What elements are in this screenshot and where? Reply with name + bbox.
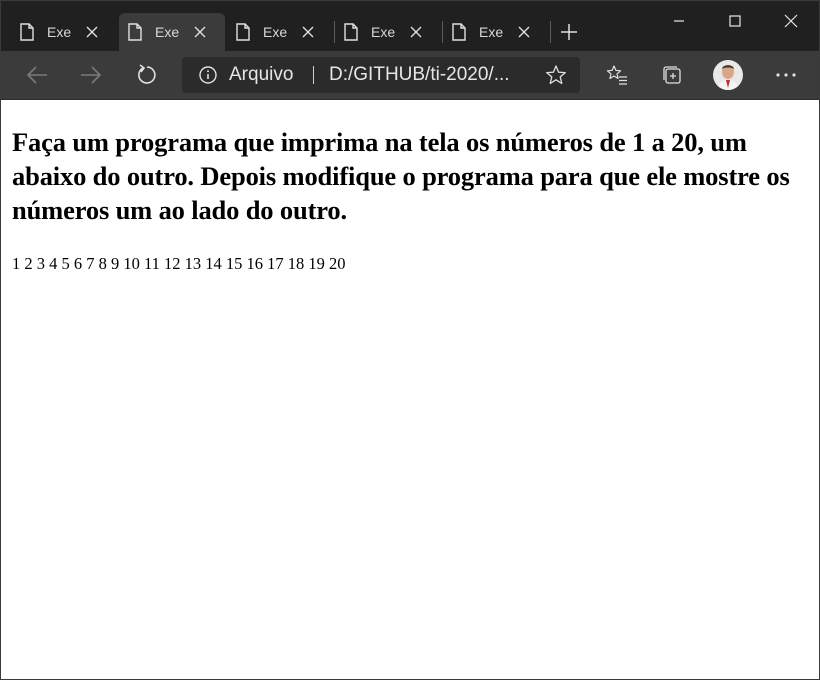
plus-icon	[561, 24, 577, 40]
tab-label: Exer	[371, 24, 395, 40]
page-icon	[236, 23, 250, 41]
profile-avatar[interactable]	[713, 60, 743, 90]
tab-1[interactable]: Exer	[11, 13, 117, 51]
collections-button[interactable]	[654, 51, 690, 99]
minimize-icon	[674, 20, 684, 22]
tab-5[interactable]: Exer	[443, 13, 549, 51]
page-heading: Faça um programa que imprima na tela os …	[12, 127, 790, 225]
close-icon	[784, 14, 798, 28]
page-icon	[344, 23, 358, 41]
close-icon[interactable]	[409, 25, 423, 39]
close-window-button[interactable]	[763, 1, 819, 41]
numbers-line: 1 2 3 4 5 6 7 8 9 10 11 12 13 14 15 16 1…	[12, 254, 346, 273]
tab-3[interactable]: Exer	[227, 13, 333, 51]
refresh-button[interactable]	[129, 51, 165, 99]
info-icon[interactable]	[199, 66, 217, 84]
page-icon	[452, 23, 466, 41]
page-content: Faça um programa que imprima na tela os …	[1, 100, 819, 679]
forward-arrow-icon	[81, 66, 102, 84]
tab-2[interactable]: Exer	[119, 13, 225, 51]
back-arrow-icon	[26, 66, 47, 84]
collections-icon	[663, 66, 681, 84]
back-button[interactable]	[19, 51, 55, 99]
more-button[interactable]	[768, 51, 804, 99]
tab-strip: Exer Exer Exer Exer Exer	[1, 1, 819, 51]
address-separator	[313, 66, 314, 84]
tab-label: Exer	[47, 24, 71, 40]
tab-label: Exer	[263, 24, 287, 40]
favorites-button[interactable]	[599, 51, 635, 99]
url-text[interactable]: D:/GITHUB/ti-2020/...	[329, 64, 510, 86]
close-icon[interactable]	[517, 25, 531, 39]
favorite-star-icon[interactable]	[545, 64, 567, 86]
tab-label: Exer	[479, 24, 503, 40]
refresh-icon	[138, 64, 156, 84]
minimize-button[interactable]	[651, 1, 707, 41]
tab-separator	[550, 21, 551, 43]
tab-label: Exer	[155, 24, 179, 40]
forward-button[interactable]	[73, 51, 109, 99]
page-icon	[128, 23, 142, 41]
favorites-list-icon	[606, 65, 627, 85]
page-icon	[20, 23, 34, 41]
tab-4[interactable]: Exer	[335, 13, 441, 51]
maximize-button[interactable]	[707, 1, 763, 41]
more-icon	[776, 73, 796, 77]
protocol-label: Arquivo	[229, 64, 294, 85]
address-bar[interactable]: Arquivo D:/GITHUB/ti-2020/...	[182, 57, 580, 93]
browser-toolbar: Arquivo D:/GITHUB/ti-2020/...	[1, 51, 819, 100]
close-icon[interactable]	[301, 25, 315, 39]
close-icon[interactable]	[193, 25, 207, 39]
new-tab-button[interactable]	[558, 21, 580, 43]
maximize-icon	[729, 15, 741, 27]
browser-window: Exer Exer Exer Exer Exer	[0, 0, 820, 680]
close-icon[interactable]	[85, 25, 99, 39]
profile-avatar-image	[713, 60, 743, 90]
